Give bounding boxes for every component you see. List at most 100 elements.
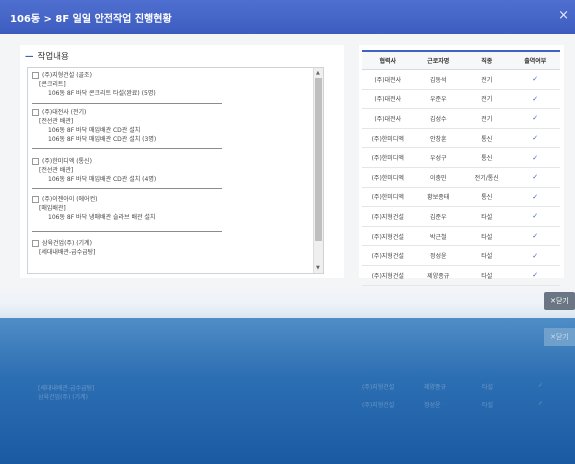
work-list[interactable]: (주)지형건설 (골조) [콘크리트] 106동 8F 바닥 콘크리트 타설(완… <box>27 67 324 274</box>
cell-worker: 안창훈 <box>413 128 463 149</box>
work-category: [세대내배관-급수급탕] <box>39 249 96 256</box>
work-item: 106동 8F 바닥 콘크리트 타설(완료) (5명) <box>48 90 156 97</box>
cell-company: (주)대전사 <box>362 89 414 110</box>
work-category: [전선관 배관] <box>39 167 74 174</box>
check-icon: ✓ <box>510 187 560 208</box>
reflection-cell: ✓ <box>538 400 544 407</box>
work-group: 삼육건업(주) (기계) [세대내배관-급수급탕] <box>32 239 312 257</box>
cell-worker: 황보종태 <box>413 187 463 208</box>
cell-company: (주)한미디엑 <box>362 128 414 149</box>
cell-trade: 통신 <box>462 187 511 208</box>
cell-trade: 통신 <box>462 128 511 149</box>
checkbox[interactable] <box>32 158 39 165</box>
checkbox[interactable] <box>32 240 39 247</box>
check-icon: ✓ <box>510 69 560 90</box>
dialog-titlebar: 106동 > 8F 일일 안전작업 진행현황 × <box>0 0 575 34</box>
check-icon: ✓ <box>510 265 560 286</box>
column-header-attendance[interactable]: 출역여부 <box>510 50 560 70</box>
reflection-cell: 제양종규 <box>424 384 447 391</box>
list-scrollbar[interactable]: ▲ ▼ <box>313 68 323 273</box>
cell-worker: 이충민 <box>413 167 463 188</box>
scrollbar-thumb[interactable] <box>315 78 322 241</box>
section-header: — 작업내용 <box>25 50 69 62</box>
checkbox[interactable] <box>32 72 39 79</box>
check-icon: ✓ <box>510 206 560 227</box>
checkbox[interactable] <box>32 109 39 116</box>
work-group: (주)지형건설 (골조) [콘크리트] 106동 8F 바닥 콘크리트 타설(완… <box>32 71 312 98</box>
work-item: 106동 8F 바닥 매입배관 CD관 설치 <box>48 127 141 134</box>
reflection-cell: (주)지형건설 <box>362 402 395 409</box>
cell-company: (주)대전사 <box>362 69 414 90</box>
check-icon: ✓ <box>510 108 560 129</box>
company-line: 삼육건업(주) (기계) <box>32 239 312 248</box>
dialog-title: 106동 > 8F 일일 안전작업 진행현황 <box>10 14 172 25</box>
section-title: 작업내용 <box>37 52 69 62</box>
scroll-down-icon[interactable]: ▼ <box>316 265 320 271</box>
close-button[interactable]: ✕닫기 <box>544 292 575 310</box>
cell-worker: 김성수 <box>413 108 463 129</box>
check-icon: ✓ <box>510 226 560 247</box>
reflection-list-line: [세대내배관-급수급탕] <box>38 385 95 392</box>
checkbox[interactable] <box>32 196 39 203</box>
work-item: 106동 8F 바닥 매입배관 CD관 설치 (4명) <box>48 176 157 183</box>
group-divider <box>32 188 222 189</box>
table-row[interactable]: (주)대전사 김성수 전기 ✓ <box>362 108 560 129</box>
group-divider <box>32 103 222 104</box>
table-row[interactable]: (주)한미디엑 이충민 전기/통신 ✓ <box>362 167 560 188</box>
close-button-reflection: ✕닫기 <box>544 328 575 346</box>
group-divider <box>32 231 222 232</box>
reflection-list-line: 삼육건업(주) (기계) <box>38 394 88 401</box>
reflection-cell: ✓ <box>538 382 544 389</box>
table-row[interactable]: (주)한미디엑 안창훈 통신 ✓ <box>362 128 560 149</box>
work-item: 106동 8F 바닥 냉매배관 슬라브 배관 설치 <box>48 214 156 221</box>
group-divider <box>32 148 222 149</box>
table-row[interactable]: (주)지형건설 제양종규 타설 ✓ <box>362 265 560 286</box>
cell-trade: 전기 <box>462 108 511 129</box>
table-row[interactable]: (주)지형건설 정성윤 타설 ✓ <box>362 245 560 266</box>
cell-worker: 김준우 <box>413 206 463 227</box>
table-row[interactable]: (주)지형건설 김준우 타설 ✓ <box>362 206 560 227</box>
company-name: (주)지형건설 (골조) <box>42 72 92 79</box>
table-row[interactable]: (주)대전사 우준우 전기 ✓ <box>362 89 560 110</box>
work-group: (주)이젠아이 (에어컨) [매입배관] 106동 8F 바닥 냉매배관 슬라브… <box>32 195 312 222</box>
cell-worker: 제양종규 <box>413 265 463 286</box>
cell-worker: 우준우 <box>413 89 463 110</box>
dialog-footer <box>0 284 575 318</box>
cell-company: (주)지형건설 <box>362 265 414 286</box>
cell-company: (주)한미디엑 <box>362 187 414 208</box>
table-row[interactable]: (주)한미디엑 우성구 통신 ✓ <box>362 147 560 168</box>
company-name: 삼육건업(주) (기계) <box>42 240 92 247</box>
work-category: [콘크리트] <box>39 81 66 88</box>
cell-trade: 타설 <box>462 206 511 227</box>
cell-trade: 타설 <box>462 245 511 266</box>
close-icon[interactable]: × <box>558 8 569 23</box>
check-icon: ✓ <box>510 245 560 266</box>
cell-worker: 우성구 <box>413 147 463 168</box>
cell-company: (주)지형건설 <box>362 245 414 266</box>
company-line: (주)지형건설 (골조) <box>32 71 312 80</box>
table-row[interactable]: (주)지형건설 박근철 타설 ✓ <box>362 226 560 247</box>
cell-trade: 전기 <box>462 89 511 110</box>
scroll-up-icon[interactable]: ▲ <box>316 70 320 76</box>
worker-panel: 협력사 근로자명 직종 출역여부 (주)대전사 김동석 전기 ✓ (주)대전사 우준우 전… <box>359 45 564 286</box>
column-header-company[interactable]: 협력사 <box>362 50 414 70</box>
work-content-panel: — 작업내용 (주)지형건설 (골조) [콘크리트] 106동 8F 바닥 콘크리… <box>20 45 344 278</box>
work-group: (주)한미디엑 (통신) [전선관 배관] 106동 8F 바닥 매입배관 CD… <box>32 157 312 184</box>
column-header-worker[interactable]: 근로자명 <box>413 50 463 70</box>
reflection-cell: 타설 <box>482 384 494 391</box>
section-marker-icon: — <box>25 52 34 62</box>
table-row[interactable]: (주)대전사 김동석 전기 ✓ <box>362 69 560 90</box>
check-icon: ✓ <box>510 128 560 149</box>
work-category: [매입배관] <box>39 205 66 212</box>
table-row[interactable]: (주)한미디엑 황보종태 통신 ✓ <box>362 187 560 208</box>
column-header-trade[interactable]: 직종 <box>462 50 511 70</box>
cell-worker: 정성윤 <box>413 245 463 266</box>
work-item: 106동 8F 바닥 매입배관 CD관 설치 (3명) <box>48 136 157 143</box>
cell-trade: 전기/통신 <box>462 167 511 188</box>
work-category: [전선관 배관] <box>39 118 74 125</box>
cell-trade: 타설 <box>462 226 511 247</box>
reflection-cell: 타설 <box>482 402 494 409</box>
company-name: (주)대전사 (전기) <box>42 109 87 116</box>
check-icon: ✓ <box>510 147 560 168</box>
table-header-row: 협력사 근로자명 직종 출역여부 <box>362 50 560 70</box>
